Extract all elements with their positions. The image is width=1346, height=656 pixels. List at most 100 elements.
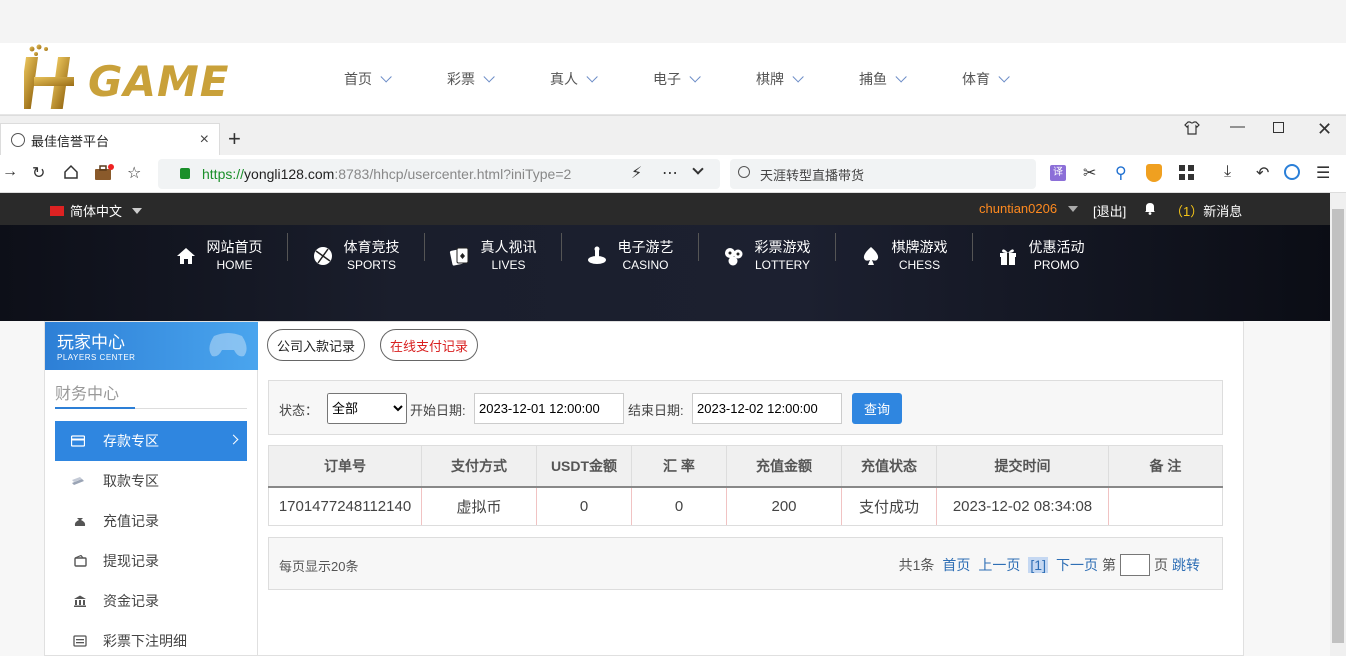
search-box[interactable]: 天涯转型直播带货 <box>730 159 1036 189</box>
browser-logo-icon[interactable] <box>1284 164 1300 180</box>
site-nav-live[interactable]: 真人 <box>550 69 653 89</box>
site-logo[interactable]: GAME <box>24 43 288 115</box>
main-nav-lottery[interactable]: 彩票游戏 LOTTERY <box>698 225 835 287</box>
forward-icon[interactable]: → <box>2 163 18 181</box>
menu-icon[interactable]: ☰ <box>1316 163 1330 183</box>
site-nav-chess[interactable]: 棋牌 <box>756 69 859 89</box>
main-nav-home[interactable]: 网站首页 HOME <box>150 225 287 287</box>
tab-online-payment-record[interactable]: 在线支付记录 <box>380 329 479 361</box>
toolbox-icon[interactable] <box>94 164 114 187</box>
tab-company-deposit-record[interactable]: 公司入款记录 <box>267 329 366 361</box>
page-suffix: 页 <box>1154 557 1168 573</box>
sidebar-item-lottery-bets[interactable]: 彩票下注明细 <box>55 621 247 656</box>
scrollbar-thumb[interactable] <box>1332 209 1344 643</box>
table-row: 1701477248112140 虚拟币 0 0 200 支付成功 2023-1… <box>268 486 1223 526</box>
lightning-icon[interactable]: ⚡ <box>631 163 642 183</box>
magnifier-icon[interactable]: ⚲ <box>1115 163 1127 183</box>
record-table: 订单号 支付方式 USDT金额 汇 率 充值金额 充值状态 提交时间 备 注 1… <box>268 445 1223 526</box>
main-nav-cn: 真人视讯 <box>480 239 537 255</box>
site-nav-home[interactable]: 首页 <box>344 69 447 89</box>
main-nav-cn: 棋牌游戏 <box>891 239 948 255</box>
site-nav-electronic[interactable]: 电子 <box>653 69 756 89</box>
username[interactable]: chuntian0206 <box>979 201 1057 216</box>
page-scrollbar[interactable] <box>1330 193 1346 656</box>
sidebar-item-fund-record[interactable]: 资金记录 <box>55 581 247 621</box>
language-selector[interactable]: 简体中文 <box>50 201 143 220</box>
main-nav-cn: 优惠活动 <box>1028 239 1085 255</box>
next-page-link[interactable]: 下一页 <box>1056 555 1098 575</box>
sidebar-item-deposit[interactable]: 存款专区 <box>55 421 247 461</box>
cell-usdt-amount: 0 <box>536 486 632 526</box>
caret-down-icon[interactable] <box>1068 206 1078 212</box>
record-content: 公司入款记录 在线支付记录 状态： 全部 开始日期: 结束日期: 查询 订单号 … <box>258 321 1244 656</box>
top-strip <box>0 0 1346 43</box>
chevron-down-icon[interactable] <box>692 163 704 175</box>
apps-grid-icon[interactable] <box>1179 165 1195 186</box>
pagination-nav: 共1条 首页 上一页 [1] 下一页 第 页 跳转 <box>899 554 1204 576</box>
language-label: 简体中文 <box>70 204 123 219</box>
chevron-down-icon <box>895 71 907 83</box>
skin-icon[interactable] <box>1184 120 1200 140</box>
close-tab-icon[interactable]: × <box>200 131 209 149</box>
main-nav-sports[interactable]: 体育竞技 SPORTS <box>287 225 424 287</box>
col-remark: 备 注 <box>1108 445 1223 488</box>
logo-hh-mark <box>24 44 74 109</box>
site-nav: 首页 彩票 真人 电子 棋牌 捕鱼 体育 <box>344 43 1065 115</box>
sidebar-item-recharge-record[interactable]: 充值记录 <box>55 501 247 541</box>
url-path: :8783/hhcp/usercenter.html?iniType=2 <box>334 166 572 182</box>
logout-link[interactable]: [退出] <box>1093 201 1126 220</box>
home-icon[interactable] <box>63 164 79 185</box>
jump-link[interactable]: 跳转 <box>1172 555 1200 575</box>
site-nav-lottery[interactable]: 彩票 <box>447 69 550 89</box>
favorites-icon[interactable]: ☆ <box>127 163 141 183</box>
url-host: yongli128.com <box>244 166 335 182</box>
maximize-icon[interactable] <box>1273 122 1284 133</box>
player-center-sidebar: 玩家中心 PLAYERS CENTER 财务中心 存款专区 取款专区 充值记录 … <box>44 321 258 656</box>
first-page-link[interactable]: 首页 <box>942 555 970 575</box>
site-nav-sports[interactable]: 体育 <box>962 69 1065 89</box>
chevron-down-icon <box>586 71 598 83</box>
chevron-down-icon <box>689 71 701 83</box>
close-window-icon[interactable]: ✕ <box>1317 119 1332 140</box>
main-nav-en: HOME <box>216 258 253 272</box>
logo-text: GAME <box>88 57 230 106</box>
reload-icon[interactable]: ↻ <box>32 163 45 183</box>
browser-tab[interactable]: 最佳信誉平台 × <box>0 123 220 156</box>
translate-icon[interactable]: 译 <box>1050 165 1066 181</box>
sidebar-item-withdraw[interactable]: 取款专区 <box>55 461 247 501</box>
pagination-bar: 每页显示20条 共1条 首页 上一页 [1] 下一页 第 页 跳转 <box>268 537 1223 590</box>
bell-icon[interactable] <box>1143 201 1157 215</box>
more-icon[interactable]: ⋯ <box>662 163 678 183</box>
home-icon <box>176 248 195 264</box>
cash-icon <box>72 477 84 485</box>
main-nav-live[interactable]: 真人视讯 LIVES <box>424 225 561 287</box>
chevron-down-icon <box>483 71 495 83</box>
chevron-down-icon <box>380 71 392 83</box>
new-tab-icon[interactable]: + <box>228 126 241 152</box>
new-message-link[interactable]: （1）新消息 <box>1170 201 1242 220</box>
cell-exchange-rate: 0 <box>631 486 727 526</box>
query-button[interactable]: 查询 <box>852 393 902 424</box>
start-date-input[interactable] <box>474 393 624 424</box>
site-nav-label: 捕鱼 <box>859 71 887 87</box>
download-icon[interactable]: ⤓ <box>1224 163 1231 181</box>
status-select[interactable]: 全部 <box>327 393 407 424</box>
scissors-icon[interactable]: ✂ <box>1083 163 1096 183</box>
page-number-input[interactable] <box>1120 554 1150 576</box>
end-date-label: 结束日期: <box>628 403 684 418</box>
shield-icon[interactable] <box>1146 164 1162 182</box>
end-date-input[interactable] <box>692 393 842 424</box>
site-nav-label: 棋牌 <box>756 71 784 87</box>
minimize-icon[interactable]: — <box>1230 118 1245 135</box>
sidebar-item-label: 取款专区 <box>103 473 159 489</box>
undo-icon[interactable]: ↶ <box>1256 163 1269 183</box>
search-icon <box>738 166 750 178</box>
main-nav-chess[interactable]: 棋牌游戏 CHESS <box>835 225 972 287</box>
prev-page-link[interactable]: 上一页 <box>978 555 1020 575</box>
main-nav-cn: 体育竞技 <box>343 239 400 255</box>
main-nav-promo[interactable]: 优惠活动 PROMO <box>972 225 1109 287</box>
cell-pay-method: 虚拟币 <box>421 486 537 526</box>
main-nav-casino[interactable]: 电子游艺 CASINO <box>561 225 698 287</box>
site-nav-fishing[interactable]: 捕鱼 <box>859 69 962 89</box>
sidebar-item-withdraw-record[interactable]: 提现记录 <box>55 541 247 581</box>
